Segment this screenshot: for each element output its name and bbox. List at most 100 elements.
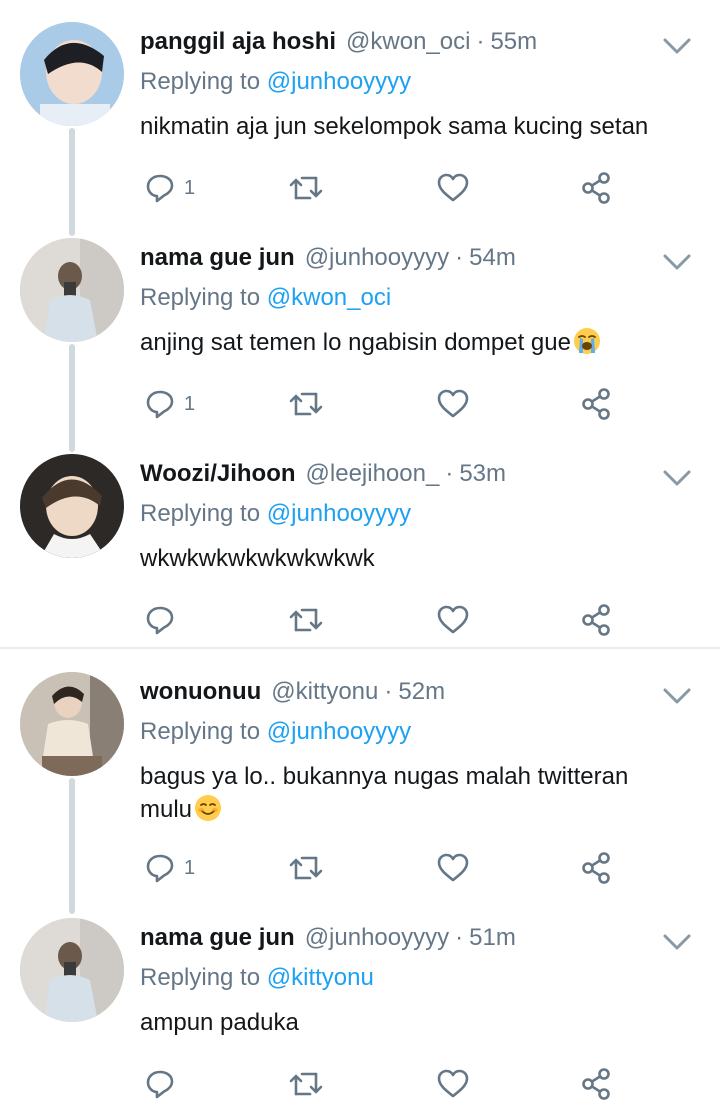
avatar-image — [20, 454, 124, 558]
tweet-header: Woozi/Jihoon @leejihoon_ · 53m — [140, 454, 506, 494]
separator-dot: · — [476, 28, 485, 55]
like-icon — [437, 389, 469, 418]
like-button[interactable] — [436, 848, 470, 888]
like-button[interactable] — [436, 1064, 470, 1104]
share-button[interactable] — [580, 1064, 612, 1104]
like-icon — [437, 173, 469, 202]
share-button[interactable] — [580, 168, 612, 208]
avatar[interactable] — [20, 454, 124, 558]
avatar[interactable] — [20, 238, 124, 342]
reply-button[interactable]: 1 — [144, 848, 195, 888]
tweet-text-line: mulu — [140, 793, 700, 826]
reply-button[interactable] — [144, 1064, 176, 1104]
timestamp[interactable]: 52m — [398, 678, 445, 706]
mention-link[interactable]: @junhooyyyy — [267, 500, 411, 527]
retweet-icon — [289, 608, 323, 632]
chevron-down-icon[interactable] — [662, 468, 692, 488]
reply-button[interactable] — [144, 600, 176, 640]
like-button[interactable] — [436, 384, 470, 424]
retweet-icon — [289, 392, 323, 416]
share-button[interactable] — [580, 384, 612, 424]
share-icon — [582, 1068, 610, 1100]
user-handle[interactable]: @kittyonu — [271, 678, 378, 706]
tweet[interactable]: Woozi/Jihoon @leejihoon_ · 53m Replying … — [0, 454, 720, 644]
display-name[interactable]: Woozi/Jihoon — [140, 460, 296, 488]
tweet-text-content: anjing sat temen lo ngabisin dompet gue — [140, 329, 571, 356]
user-handle[interactable]: @junhooyyyy — [305, 924, 449, 952]
tweet-text: bagus ya lo.. bukannya nugas malah twitt… — [140, 760, 700, 826]
replying-to-label: Replying to — [140, 718, 261, 745]
separator-dot: · — [455, 244, 464, 271]
reply-button[interactable]: 1 — [144, 384, 195, 424]
replying-to-label: Replying to — [140, 284, 261, 311]
share-icon — [582, 852, 610, 884]
display-name[interactable]: nama gue jun — [140, 924, 295, 952]
mention-link[interactable]: @kittyonu — [267, 964, 374, 991]
display-name[interactable]: panggil aja hoshi — [140, 28, 336, 56]
replying-to-label: Replying to — [140, 500, 261, 527]
replying-to: Replying to @junhooyyyy — [140, 68, 411, 96]
tweet-actions: 1 — [140, 848, 620, 888]
reply-icon — [146, 390, 174, 419]
avatar[interactable] — [20, 672, 124, 776]
replying-to: Replying to @junhooyyyy — [140, 500, 411, 528]
like-button[interactable] — [436, 600, 470, 640]
tweet[interactable]: nama gue jun @junhooyyyy · 51m Replying … — [0, 918, 720, 1108]
display-name[interactable]: nama gue jun — [140, 244, 295, 272]
timestamp[interactable]: 53m — [459, 460, 506, 488]
timestamp[interactable]: 55m — [490, 28, 537, 56]
like-button[interactable] — [436, 168, 470, 208]
user-handle[interactable]: @kwon_oci — [346, 28, 470, 56]
mention-link[interactable]: @junhooyyyy — [267, 718, 411, 745]
retweet-button[interactable] — [288, 384, 324, 424]
timestamp[interactable]: 54m — [469, 244, 516, 272]
tweet-text-line: bagus ya lo.. bukannya nugas malah twitt… — [140, 763, 629, 790]
avatar[interactable] — [20, 22, 124, 126]
tweet-actions: 1 — [140, 168, 620, 208]
share-button[interactable] — [580, 600, 612, 640]
like-icon — [437, 605, 469, 634]
timestamp[interactable]: 51m — [469, 924, 516, 952]
avatar-image — [20, 918, 124, 1022]
avatar-image — [20, 22, 124, 126]
chevron-down-icon[interactable] — [662, 932, 692, 952]
retweet-button[interactable] — [288, 848, 324, 888]
reply-icon — [146, 1070, 174, 1099]
chevron-down-icon[interactable] — [662, 686, 692, 706]
chevron-down-icon[interactable] — [662, 252, 692, 272]
tweet[interactable]: nama gue jun @junhooyyyy · 54m Replying … — [0, 238, 720, 438]
user-handle[interactable]: @junhooyyyy — [305, 244, 449, 272]
retweet-icon — [289, 856, 323, 880]
tweet[interactable]: panggil aja hoshi @kwon_oci · 55m Replyi… — [0, 22, 720, 222]
retweet-button[interactable] — [288, 168, 324, 208]
tweet-actions: 1 — [140, 384, 620, 424]
retweet-button[interactable] — [288, 600, 324, 640]
chevron-down-icon[interactable] — [662, 36, 692, 56]
share-icon — [582, 172, 610, 204]
user-handle[interactable]: @leejihoon_ — [306, 460, 440, 488]
tweet-text-content: mulu — [140, 796, 193, 823]
separator-dot: · — [384, 678, 393, 705]
share-button[interactable] — [580, 848, 612, 888]
display-name[interactable]: wonuonuu — [140, 678, 261, 706]
mention-link[interactable]: @kwon_oci — [267, 284, 391, 311]
tweet-header: nama gue jun @junhooyyyy · 54m — [140, 238, 516, 278]
replying-to-label: Replying to — [140, 964, 261, 991]
tweet-text: wkwkwkwkwkwkwkwk — [140, 545, 375, 572]
share-icon — [582, 604, 610, 636]
replying-to-label: Replying to — [140, 68, 261, 95]
reply-count: 1 — [184, 392, 196, 415]
retweet-icon — [289, 1072, 323, 1096]
like-icon — [437, 853, 469, 882]
reply-button[interactable]: 1 — [144, 168, 195, 208]
tweet-header: panggil aja hoshi @kwon_oci · 55m — [140, 22, 537, 62]
mention-link[interactable]: @junhooyyyy — [267, 68, 411, 95]
tweet-actions — [140, 600, 620, 640]
retweet-button[interactable] — [288, 1064, 324, 1104]
avatar[interactable] — [20, 918, 124, 1022]
tweet[interactable]: wonuonuu @kittyonu · 52m Replying to @ju… — [0, 672, 720, 902]
reply-count: 1 — [184, 176, 196, 199]
reply-icon — [146, 854, 174, 883]
reply-count: 1 — [184, 856, 196, 879]
separator-dot: · — [455, 924, 464, 951]
